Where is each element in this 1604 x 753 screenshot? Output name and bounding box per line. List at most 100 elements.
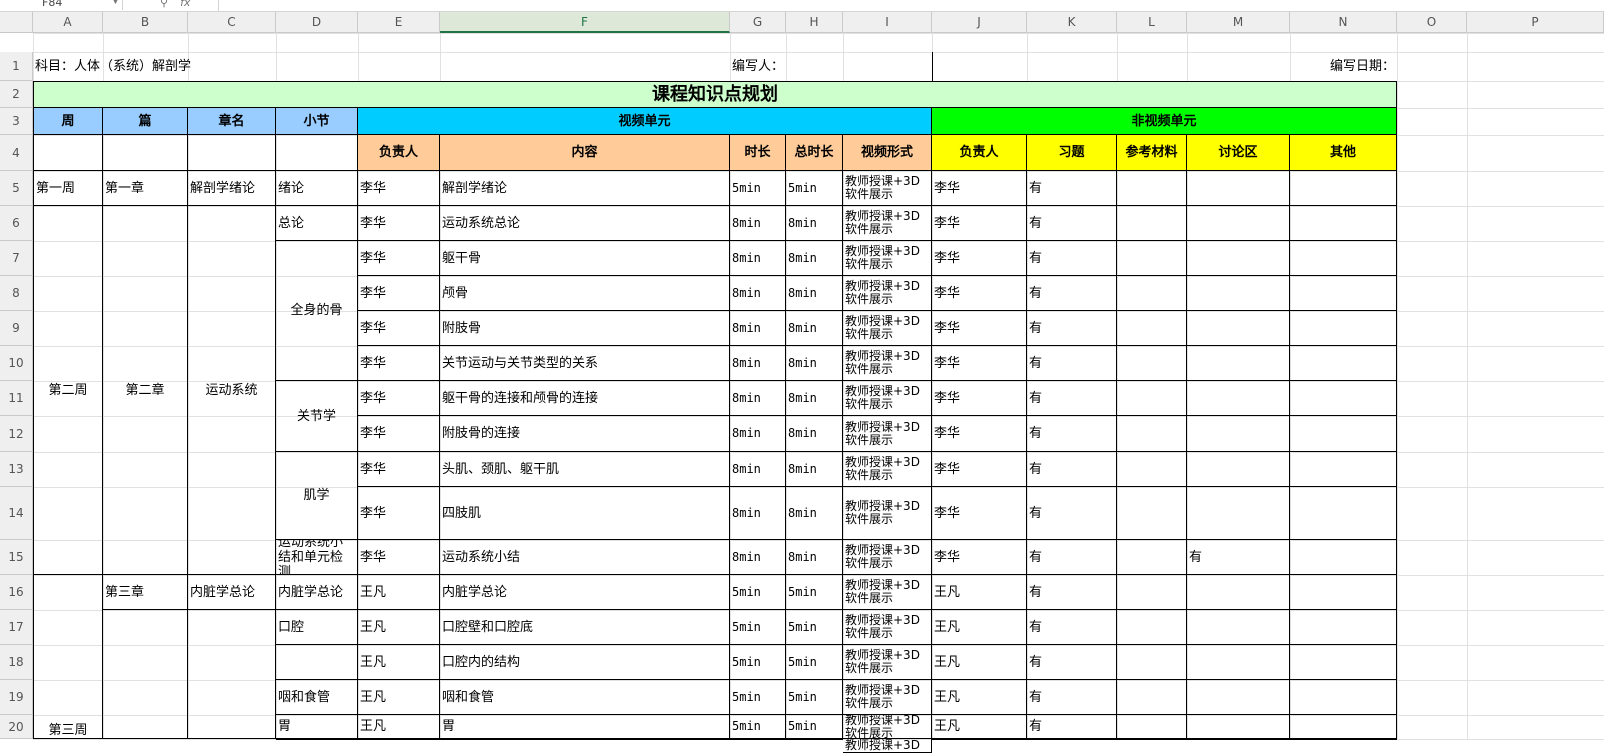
section-cell[interactable]: 肌学	[276, 452, 358, 540]
column-header[interactable]: J	[932, 12, 1027, 33]
exercise-cell[interactable]: 有	[1027, 171, 1117, 206]
total-duration-cell[interactable]: 5min	[786, 575, 843, 610]
exercise-cell[interactable]: 有	[1027, 276, 1117, 311]
owner-cell[interactable]: 王凡	[358, 645, 440, 680]
video-format-cell[interactable]: 教师授课+3D软件展示	[843, 540, 932, 575]
part-cell[interactable]: 第二章	[103, 206, 188, 575]
section-cell[interactable]	[276, 645, 358, 680]
duration-cell[interactable]: 5min	[730, 171, 786, 206]
other-cell[interactable]	[1290, 739, 1397, 740]
section-cell[interactable]: 内脏学总论	[276, 575, 358, 610]
owner-cell[interactable]: 王凡	[358, 715, 440, 739]
header-total-duration[interactable]: 总时长	[786, 135, 843, 171]
duration-cell[interactable]: 8min	[730, 540, 786, 575]
exercise-cell[interactable]: 有	[1027, 610, 1117, 645]
duration-cell[interactable]: 8min	[730, 206, 786, 241]
other-cell[interactable]	[1290, 171, 1397, 206]
header-discussion[interactable]: 讨论区	[1187, 135, 1290, 171]
header-exercise[interactable]: 习题	[1027, 135, 1117, 171]
owner-cell[interactable]: 李华	[358, 540, 440, 575]
other-cell[interactable]	[1290, 540, 1397, 575]
select-all-corner[interactable]	[0, 12, 33, 33]
column-header[interactable]: P	[1467, 12, 1604, 33]
duration-cell[interactable]: 8min	[730, 416, 786, 452]
column-header[interactable]: A	[33, 12, 103, 33]
total-duration-cell[interactable]: 5min	[786, 610, 843, 645]
duration-cell[interactable]: 8min	[730, 276, 786, 311]
duration-cell[interactable]: 8min	[730, 241, 786, 276]
video-format-cell[interactable]: 教师授课+3D软件展示	[843, 680, 932, 715]
reference-cell[interactable]	[1117, 540, 1187, 575]
owner-nonvideo-cell[interactable]: 李华	[932, 171, 1027, 206]
video-format-cell[interactable]: 教师授课+3D软件展示	[843, 575, 932, 610]
duration-cell[interactable]: 5min	[730, 575, 786, 610]
owner-cell[interactable]: 李华	[358, 452, 440, 487]
owner-nonvideo-cell[interactable]: 李华	[932, 381, 1027, 416]
total-duration-cell[interactable]: 5min	[786, 715, 843, 739]
header-chapter[interactable]: 章名	[188, 108, 276, 135]
video-format-cell[interactable]: 教师授课+3D软件展示	[843, 487, 932, 540]
other-cell[interactable]	[1290, 610, 1397, 645]
row-header[interactable]: 6	[0, 206, 33, 241]
section-cell[interactable]: 全身的骨	[276, 241, 358, 381]
total-duration-cell[interactable]: 8min	[786, 276, 843, 311]
video-format-cell[interactable]: 教师授课+3D软件展示	[843, 416, 932, 452]
total-duration-cell[interactable]: 5min	[786, 680, 843, 715]
content-cell[interactable]: 四肢肌	[440, 487, 730, 540]
reference-cell[interactable]	[1117, 381, 1187, 416]
exercise-cell[interactable]: 有	[1027, 487, 1117, 540]
video-format-cell[interactable]: 教师授课+3D软件展示	[843, 241, 932, 276]
chapter-cell[interactable]: 运动系统	[188, 206, 276, 575]
section-cell[interactable]: 口腔	[276, 610, 358, 645]
section-cell[interactable]: 运动系统小结和单元检测	[276, 540, 358, 575]
header-section[interactable]: 小节	[276, 108, 358, 135]
total-duration-cell[interactable]: 8min	[786, 206, 843, 241]
video-format-cell[interactable]: 教师授课+3D软件展示	[843, 206, 932, 241]
exercise-cell[interactable]: 有	[1027, 452, 1117, 487]
section-cell[interactable]	[276, 739, 358, 740]
week-cell[interactable]: 第一周	[33, 171, 103, 206]
exercise-cell[interactable]: 有	[1027, 346, 1117, 381]
other-cell[interactable]	[1290, 206, 1397, 241]
video-format-cell[interactable]: 教师授课+3D软件展示	[843, 610, 932, 645]
reference-cell[interactable]	[1117, 680, 1187, 715]
header-part[interactable]: 篇	[103, 108, 188, 135]
discussion-cell[interactable]	[1187, 276, 1290, 311]
owner-nonvideo-cell[interactable]	[932, 739, 1027, 740]
owner-nonvideo-cell[interactable]: 王凡	[932, 575, 1027, 610]
reference-cell[interactable]	[1117, 416, 1187, 452]
header-owner-nonvideo[interactable]: 负责人	[932, 135, 1027, 171]
video-format-cell[interactable]: 教师授课+3D软件展示	[843, 381, 932, 416]
content-cell[interactable]: 运动系统总论	[440, 206, 730, 241]
other-cell[interactable]	[1290, 575, 1397, 610]
other-cell[interactable]	[1290, 487, 1397, 540]
total-duration-cell[interactable]: 8min	[786, 241, 843, 276]
discussion-cell[interactable]	[1187, 416, 1290, 452]
reference-cell[interactable]	[1117, 575, 1187, 610]
other-cell[interactable]	[1290, 311, 1397, 346]
video-format-cell[interactable]: 教师授课+3D软件展示	[843, 171, 932, 206]
blank-cell[interactable]	[103, 135, 188, 171]
video-format-cell[interactable]: 教师授课+3D	[843, 739, 932, 753]
exercise-cell[interactable]: 有	[1027, 381, 1117, 416]
reference-cell[interactable]	[1117, 715, 1187, 739]
row-header[interactable]: 9	[0, 311, 33, 346]
row-header[interactable]: 8	[0, 276, 33, 311]
total-duration-cell[interactable]: 8min	[786, 381, 843, 416]
owner-nonvideo-cell[interactable]: 王凡	[932, 680, 1027, 715]
owner-cell[interactable]: 王凡	[358, 575, 440, 610]
row-header[interactable]: 4	[0, 135, 33, 171]
total-duration-cell[interactable]: 8min	[786, 540, 843, 575]
row-header[interactable]: 7	[0, 241, 33, 276]
owner-cell[interactable]: 王凡	[358, 680, 440, 715]
content-cell[interactable]: 颅骨	[440, 276, 730, 311]
content-cell[interactable]: 附肢骨	[440, 311, 730, 346]
row-header[interactable]: 13	[0, 452, 33, 487]
content-cell[interactable]	[440, 739, 730, 740]
other-cell[interactable]	[1290, 715, 1397, 739]
part-cell[interactable]: 第一章	[103, 171, 188, 206]
owner-cell[interactable]: 李华	[358, 346, 440, 381]
column-header[interactable]: G	[730, 12, 786, 33]
reference-cell[interactable]	[1117, 487, 1187, 540]
owner-cell[interactable]: 李华	[358, 241, 440, 276]
